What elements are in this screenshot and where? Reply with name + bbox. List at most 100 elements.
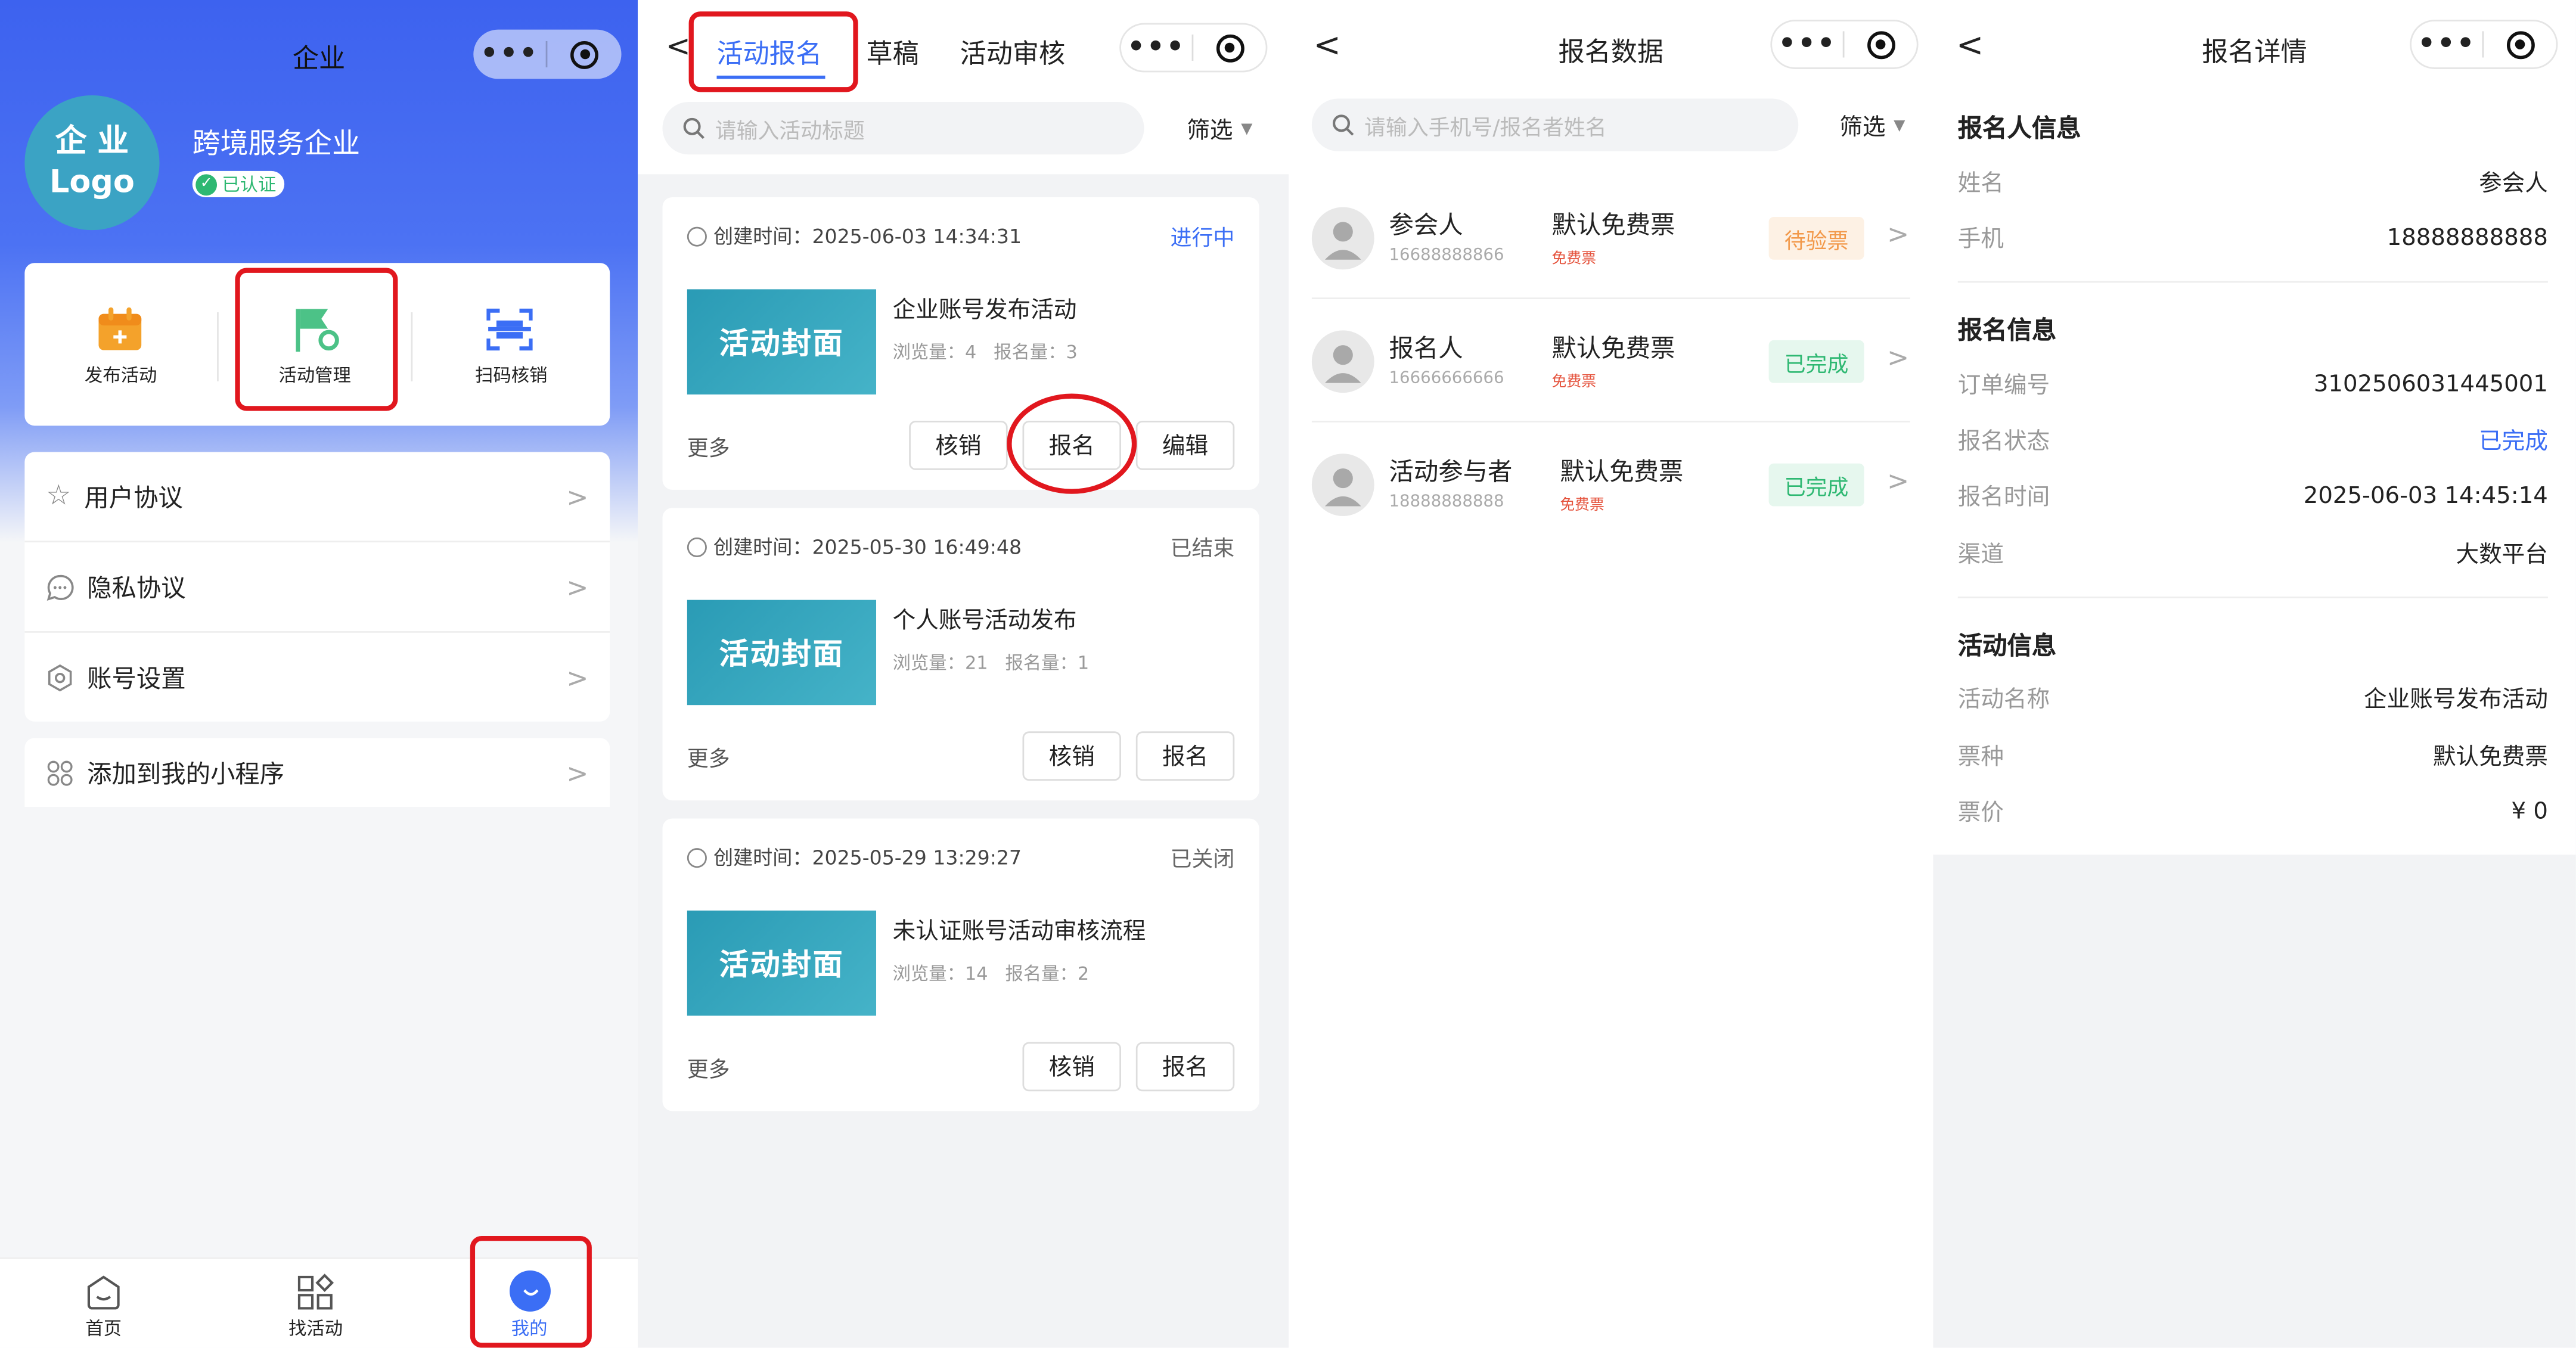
more-icon[interactable]: ••• bbox=[1772, 20, 1843, 69]
detail-row-name: 姓名 参会人 bbox=[1957, 170, 2548, 197]
chevron-right-icon: > bbox=[1887, 218, 1910, 250]
scan-verify-button[interactable]: 扫码核销 bbox=[412, 263, 610, 425]
miniprogram-capsule[interactable]: ••• bbox=[1119, 23, 1268, 73]
caret-down-icon: ▼ bbox=[1894, 118, 1905, 135]
add-to-my-miniprogram[interactable]: 添加到我的小程序 > bbox=[24, 738, 610, 807]
close-target-icon[interactable] bbox=[547, 40, 621, 69]
chevron-right-icon: > bbox=[1887, 341, 1910, 374]
search-icon bbox=[683, 117, 704, 139]
detail-row-phone: 手机 18888888888 bbox=[1957, 225, 2548, 253]
detail-row-channel: 渠道 大数平台 bbox=[1957, 542, 2548, 569]
chevron-right-icon: > bbox=[566, 571, 589, 602]
check-icon: ✓ bbox=[195, 173, 218, 195]
apps-icon bbox=[47, 760, 73, 785]
tab-home[interactable]: 首页 bbox=[54, 1269, 153, 1344]
registrant-row[interactable]: 报名人 16666666666 默认免费票 免费票 已完成 > bbox=[1311, 301, 1910, 423]
registrant-phone: 18888888888 bbox=[1389, 493, 1504, 511]
menu-item-user-agreement[interactable]: ☆ 用户协议 > bbox=[24, 452, 610, 543]
highlight-activity-management bbox=[235, 268, 398, 411]
status-label: 进行中 bbox=[1170, 226, 1235, 251]
activity-card[interactable]: 创建时间： 2025-05-30 16:49:48 已结束 活动封面 个人账号活动… bbox=[662, 508, 1259, 801]
verify-button[interactable]: 核销 bbox=[1022, 1042, 1121, 1092]
section-title-registrant: 报名人信息 bbox=[1957, 113, 2081, 143]
more-link[interactable]: 更多 bbox=[687, 431, 730, 462]
avatar bbox=[1311, 330, 1374, 393]
chevron-right-icon: > bbox=[566, 757, 589, 788]
activity-title: 未认证账号活动审核流程 bbox=[892, 918, 1146, 945]
registration-button[interactable]: 报名 bbox=[1135, 731, 1235, 781]
highlight-registration-tab bbox=[688, 11, 858, 92]
more-icon[interactable]: ••• bbox=[473, 30, 545, 79]
registration-data-screen: < 报名数据 ••• 请输入手机号/报名者姓名 筛选 ▼ 参会人 1668888… bbox=[1289, 0, 1933, 1348]
registrant-name: 参会人 bbox=[1389, 210, 1463, 240]
miniprogram-capsule[interactable]: ••• bbox=[473, 29, 622, 79]
activity-list-screen: < 活动报名 草稿 活动审核 ••• 请输入活动标题 筛选 ▼ 创建时间： 202… bbox=[638, 0, 1289, 1348]
tab-drafts[interactable]: 草稿 bbox=[866, 31, 918, 70]
gear-icon bbox=[48, 664, 72, 692]
registrant-search-input[interactable]: 请输入手机号/报名者姓名 bbox=[1311, 98, 1799, 151]
section-title-activity: 活动信息 bbox=[1957, 631, 2057, 661]
close-target-icon[interactable] bbox=[1193, 33, 1265, 62]
detail-row-status: 报名状态 已完成 bbox=[1957, 428, 2548, 455]
company-logo: 企 业 Logo bbox=[24, 95, 160, 231]
more-link[interactable]: 更多 bbox=[687, 741, 730, 772]
chevron-right-icon: > bbox=[1887, 465, 1910, 496]
activity-card[interactable]: 创建时间： 2025-05-29 13:29:27 已关闭 活动封面 未认证账号活… bbox=[662, 818, 1259, 1111]
menu-item-account-settings[interactable]: 账号设置 > bbox=[24, 633, 610, 723]
avatar bbox=[1311, 454, 1374, 517]
filter-button[interactable]: 筛选 ▼ bbox=[1187, 113, 1252, 146]
home-icon bbox=[87, 1275, 120, 1310]
activity-title: 个人账号活动发布 bbox=[892, 608, 1077, 635]
activity-cover[interactable]: 活动封面 bbox=[687, 910, 877, 1016]
registrant-name: 报名人 bbox=[1389, 333, 1463, 364]
section-title-registration: 报名信息 bbox=[1957, 315, 2057, 346]
menu-item-privacy-agreement[interactable]: 隐私协议 > bbox=[24, 542, 610, 633]
more-icon[interactable]: ••• bbox=[1121, 23, 1192, 73]
miniprogram-capsule[interactable]: ••• bbox=[2410, 20, 2558, 69]
avatar bbox=[1311, 207, 1374, 270]
grid-icon bbox=[297, 1274, 334, 1310]
star-icon: ☆ bbox=[46, 480, 72, 513]
activity-cover[interactable]: 活动封面 bbox=[687, 289, 877, 395]
activity-title: 企业账号发布活动 bbox=[892, 297, 1077, 324]
company-name: 跨境服务企业 bbox=[192, 128, 361, 161]
status-badge: 已完成 bbox=[1768, 340, 1864, 383]
registrant-row[interactable]: 参会人 16688888866 默认免费票 免费票 待验票 > bbox=[1311, 178, 1910, 299]
verify-button[interactable]: 核销 bbox=[1022, 731, 1121, 781]
verified-badge: ✓ 已认证 bbox=[192, 170, 285, 197]
activity-cover[interactable]: 活动封面 bbox=[687, 600, 877, 706]
ticket-type: 免费票 bbox=[1551, 251, 1597, 268]
status-badge: 已完成 bbox=[1768, 463, 1864, 507]
registration-button[interactable]: 报名 bbox=[1135, 1042, 1235, 1092]
calendar-add-icon bbox=[98, 307, 142, 350]
registrant-row[interactable]: 活动参与者 18888888888 默认免费票 免费票 已完成 > bbox=[1311, 424, 1910, 546]
ticket-name: 默认免费票 bbox=[1551, 333, 1675, 364]
close-target-icon[interactable] bbox=[2484, 30, 2556, 58]
ticket-name: 默认免费票 bbox=[1560, 456, 1684, 487]
filter-button[interactable]: 筛选 ▼ bbox=[1839, 110, 1905, 143]
highlight-registration-button bbox=[1007, 393, 1137, 494]
ticket-name: 默认免费票 bbox=[1551, 210, 1675, 240]
chat-bubble-icon bbox=[46, 574, 74, 600]
detail-row-ticket-type: 票种 默认免费票 bbox=[1957, 744, 2548, 771]
tab-find-activity[interactable]: 找活动 bbox=[266, 1269, 365, 1344]
verify-button[interactable]: 核销 bbox=[909, 421, 1008, 470]
ticket-type: 免费票 bbox=[1551, 374, 1597, 392]
back-icon[interactable]: < bbox=[666, 30, 691, 64]
edit-button[interactable]: 编辑 bbox=[1135, 421, 1235, 470]
status-badge: 待验票 bbox=[1768, 217, 1864, 260]
more-link[interactable]: 更多 bbox=[687, 1052, 730, 1083]
detail-row-ticket-price: 票价 ¥ 0 bbox=[1957, 799, 2548, 827]
activity-card[interactable]: 创建时间： 2025-06-03 14:34:31 进行中 活动封面 企业账号发布… bbox=[662, 197, 1259, 490]
registrant-name: 活动参与者 bbox=[1389, 456, 1513, 487]
clock-icon bbox=[687, 226, 707, 246]
caret-down-icon: ▼ bbox=[1241, 122, 1253, 138]
detail-row-time: 报名时间 2025-06-03 14:45:14 bbox=[1957, 483, 2548, 511]
miniprogram-capsule[interactable]: ••• bbox=[1770, 20, 1919, 69]
activity-search-input[interactable]: 请输入活动标题 bbox=[662, 101, 1144, 155]
publish-activity-button[interactable]: 发布活动 bbox=[24, 263, 217, 425]
tab-activity-review[interactable]: 活动审核 bbox=[960, 31, 1066, 70]
settings-menu: ☆ 用户协议 > 隐私协议 > 账号设置 > bbox=[24, 452, 610, 723]
close-target-icon[interactable] bbox=[1844, 30, 1916, 58]
more-icon[interactable]: ••• bbox=[2411, 20, 2482, 69]
